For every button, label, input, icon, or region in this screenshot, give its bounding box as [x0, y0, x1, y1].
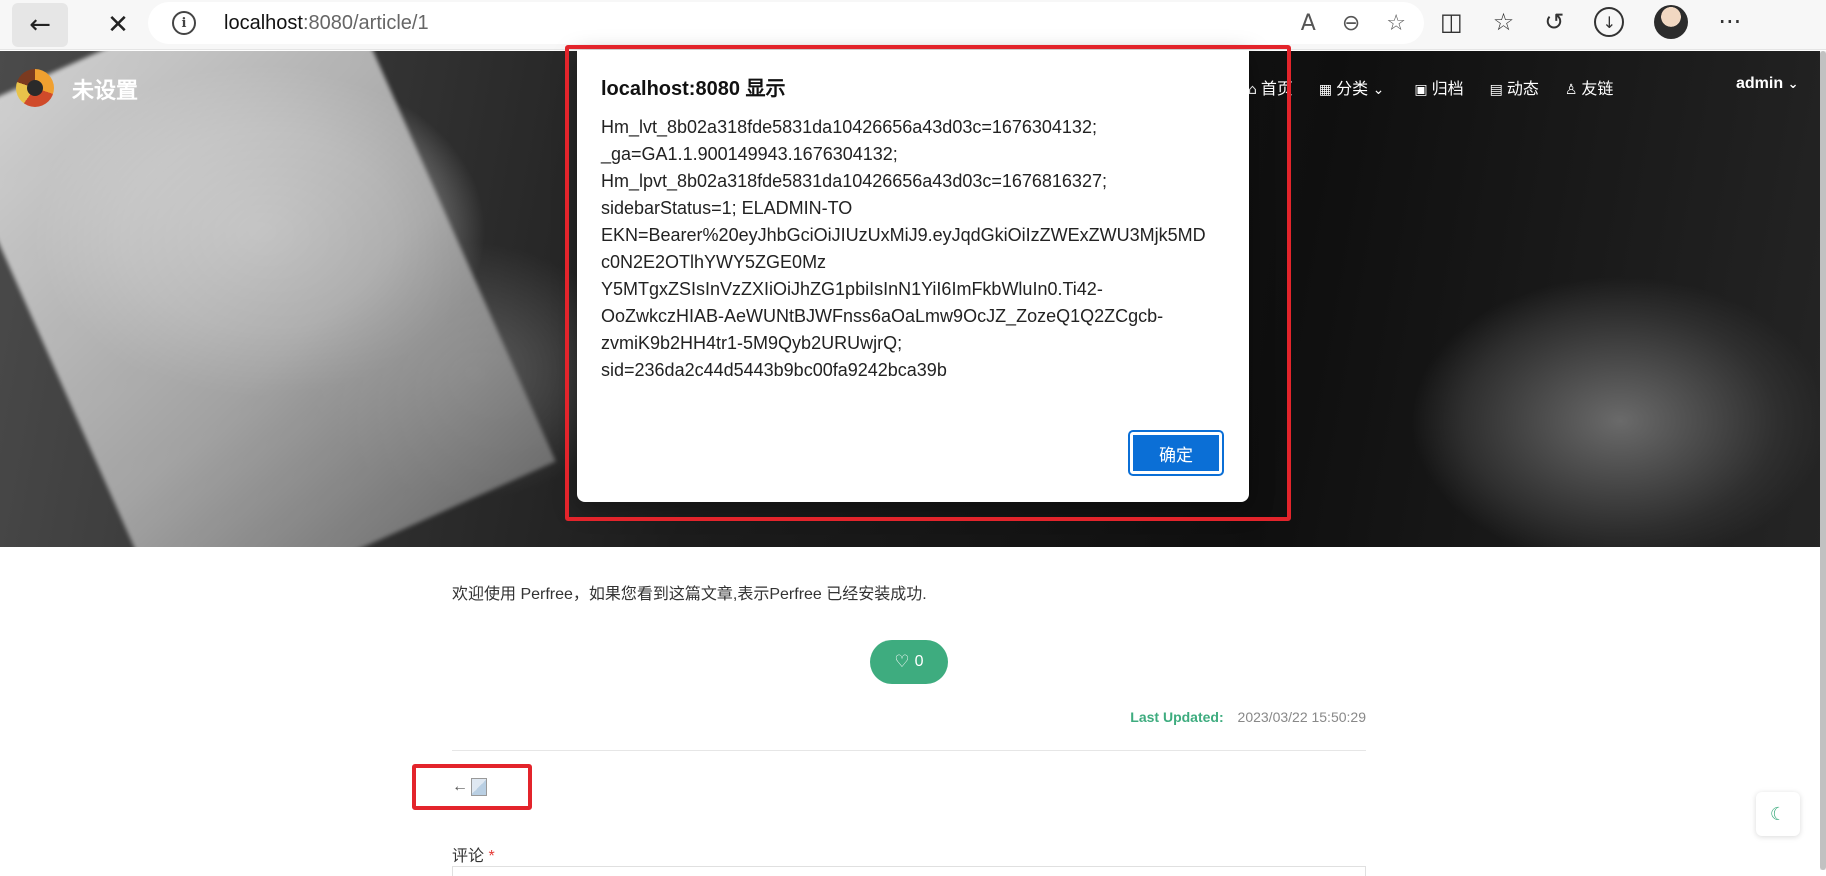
more-menu-icon[interactable]: ···	[1718, 8, 1741, 36]
last-updated-value: 2023/03/22 15:50:29	[1237, 709, 1366, 725]
split-screen-icon[interactable]: ◫	[1440, 8, 1463, 36]
comment-textarea[interactable]	[452, 866, 1366, 876]
nav-item-links[interactable]: ♙ 友链	[1565, 75, 1614, 99]
like-button[interactable]: ♡ 0	[870, 640, 948, 684]
read-aloud-icon[interactable]: A	[1301, 11, 1316, 36]
dark-mode-moon-icon[interactable]: ☾	[1756, 792, 1800, 836]
info-icon[interactable]: i	[172, 11, 196, 35]
url-text[interactable]: localhost:8080/article/1	[224, 12, 429, 35]
page-scrollbar[interactable]	[1820, 51, 1826, 870]
favorites-icon[interactable]: ☆	[1493, 8, 1515, 36]
history-icon[interactable]: ↺	[1544, 8, 1564, 36]
like-count: 0	[914, 653, 924, 670]
browser-toolbar: ← ✕ i localhost:8080/article/1 A ⊖ ☆ ◫ ☆…	[0, 0, 1826, 50]
user-menu[interactable]: admin ⌄	[1736, 75, 1799, 93]
zoom-out-icon[interactable]: ⊖	[1342, 11, 1360, 36]
add-favorite-icon[interactable]: ☆	[1386, 11, 1406, 36]
site-title[interactable]: 未设置	[72, 73, 138, 105]
heart-icon: ♡	[894, 652, 910, 672]
nav-item-category[interactable]: ▦ 分类 ⌄	[1319, 75, 1388, 99]
chevron-down-icon: ⌄	[1783, 77, 1799, 92]
close-icon[interactable]: ✕	[92, 3, 144, 47]
download-icon[interactable]: ↓	[1594, 7, 1625, 37]
nav-item-journal[interactable]: ▤ 动态	[1490, 75, 1539, 99]
newspaper-icon: ▤	[1489, 82, 1503, 98]
profile-avatar[interactable]	[1654, 5, 1689, 39]
divider	[452, 750, 1366, 751]
nav-item-archive[interactable]: ▣ 归档	[1414, 75, 1463, 99]
last-updated-label: Last Updated:	[1130, 709, 1224, 725]
calendar-icon: ▣	[1414, 82, 1428, 98]
scrollbar-thumb[interactable]	[1820, 51, 1826, 870]
back-arrow-icon[interactable]: ←	[12, 2, 68, 47]
address-bar[interactable]: i localhost:8080/article/1 A ⊖ ☆	[148, 2, 1424, 44]
site-nav: ⌂ 首页 ▦ 分类 ⌄ ▣ 归档 ▤ 动态 ♙ 友链	[1248, 75, 1613, 99]
annotation-box-dialog	[565, 45, 1291, 521]
site-logo-icon[interactable]	[16, 69, 54, 107]
user-icon: ♙	[1564, 82, 1578, 98]
last-updated: Last Updated: 2023/03/22 15:50:29	[1130, 709, 1366, 725]
grid-icon: ▦	[1318, 82, 1333, 98]
chevron-down-icon: ⌄	[1368, 82, 1385, 98]
comment-label: 评论 *	[452, 848, 495, 865]
required-marker: *	[488, 848, 495, 865]
annotation-box-broken-image	[412, 764, 532, 810]
hero-background-paper	[0, 51, 556, 547]
article-body: 欢迎使用 Perfree，如果您看到这篇文章,表示Perfree 已经安装成功.	[452, 586, 927, 603]
